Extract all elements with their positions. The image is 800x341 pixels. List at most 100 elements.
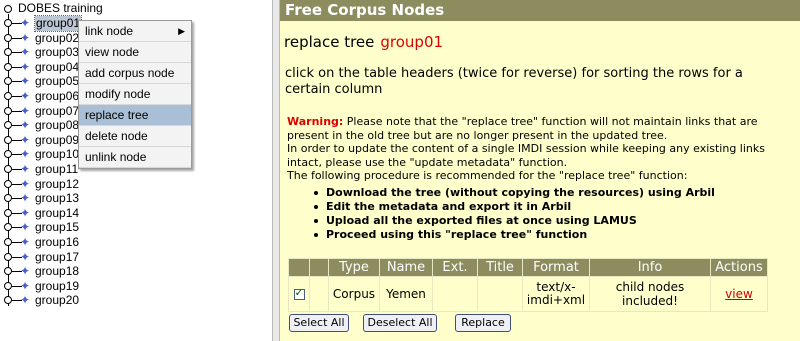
tree-node-label[interactable]: group09 bbox=[35, 133, 79, 148]
expand-toggle-icon[interactable] bbox=[4, 106, 12, 115]
corpus-node-icon: ✦ bbox=[20, 220, 31, 235]
tree-node-label[interactable]: group07 bbox=[35, 104, 79, 119]
expand-toggle-icon[interactable] bbox=[4, 281, 12, 290]
column-header-select[interactable] bbox=[309, 258, 329, 277]
expand-toggle-icon[interactable] bbox=[4, 19, 12, 27]
column-header-actions[interactable]: Actions bbox=[710, 258, 768, 277]
row-checkbox[interactable] bbox=[293, 286, 305, 300]
expand-toggle-icon[interactable] bbox=[4, 296, 12, 305]
corpus-node-icon: ✦ bbox=[20, 264, 31, 279]
expand-toggle-icon[interactable] bbox=[4, 62, 12, 71]
expand-toggle-icon[interactable] bbox=[4, 179, 12, 188]
corpus-node-icon: ✦ bbox=[20, 235, 31, 249]
expand-toggle-icon[interactable] bbox=[4, 238, 12, 246]
tree-node-label[interactable]: group08 bbox=[35, 118, 79, 133]
tree-root[interactable]: DOBES training bbox=[4, 0, 103, 16]
corpus-node-icon: ✦ bbox=[20, 118, 31, 133]
menu-item-replace-tree[interactable]: replace tree bbox=[79, 105, 191, 126]
column-header-ext[interactable]: Ext. bbox=[432, 258, 478, 277]
tree-node-label[interactable]: group17 bbox=[35, 250, 79, 265]
expand-toggle-icon[interactable] bbox=[4, 92, 12, 100]
corpus-node-icon: ✦ bbox=[20, 191, 31, 206]
view-link[interactable]: view bbox=[725, 287, 753, 301]
expand-toggle-icon[interactable] bbox=[4, 194, 12, 203]
expand-toggle-icon[interactable] bbox=[4, 150, 12, 159]
menu-item-label: link node bbox=[85, 24, 134, 38]
menu-item-view-node[interactable]: view node bbox=[79, 42, 191, 63]
cell-ext bbox=[432, 276, 478, 312]
expand-toggle-icon[interactable] bbox=[4, 267, 12, 276]
tree-node-label[interactable]: group20 bbox=[35, 293, 79, 308]
menu-item-label: add corpus node bbox=[85, 66, 175, 80]
expand-toggle-icon[interactable] bbox=[4, 223, 12, 232]
tree-node-label[interactable]: group14 bbox=[35, 206, 79, 221]
expand-toggle-icon[interactable] bbox=[4, 135, 12, 144]
procedure-list: Download the tree (without copying the r… bbox=[312, 186, 715, 242]
cell-format: text/x-imdi+xml bbox=[522, 276, 590, 312]
procedure-step: Edit the metadata and export it in Arbil bbox=[312, 200, 715, 214]
expand-toggle-icon[interactable] bbox=[4, 121, 12, 130]
select-all-button[interactable]: Select All bbox=[289, 314, 349, 332]
expand-toggle-icon[interactable] bbox=[4, 252, 12, 261]
tree-connector-line bbox=[8, 14, 9, 306]
tree-node-label[interactable]: group01 bbox=[33, 15, 83, 32]
main-panel: Free Corpus Nodes replace tree group01 cl… bbox=[280, 0, 800, 341]
corpus-node-icon: ✦ bbox=[20, 74, 31, 89]
corpus-node-icon: ✦ bbox=[20, 278, 31, 293]
expand-toggle-icon[interactable] bbox=[4, 208, 12, 217]
expand-toggle-icon[interactable] bbox=[4, 165, 12, 173]
column-header-info[interactable]: Info bbox=[589, 258, 711, 277]
row-blank-cell bbox=[309, 276, 329, 312]
tree-node-label[interactable]: group04 bbox=[35, 60, 79, 75]
replace-button[interactable]: Replace bbox=[455, 314, 511, 332]
page-title-group: group01 bbox=[380, 33, 444, 51]
corpus-node-icon: ✦ bbox=[20, 205, 31, 220]
expand-toggle-icon[interactable] bbox=[4, 33, 12, 42]
corpus-node-icon: ✦ bbox=[20, 147, 31, 162]
tree-node-label[interactable]: group16 bbox=[35, 235, 79, 250]
deselect-all-button[interactable]: Deselect All bbox=[363, 314, 437, 332]
tree-node-label[interactable]: group02 bbox=[35, 31, 79, 46]
menu-item-link-node[interactable]: link node ▶ bbox=[79, 21, 191, 42]
menu-item-label: delete node bbox=[85, 129, 148, 143]
tree-node-label[interactable]: group13 bbox=[35, 191, 79, 206]
panel-title: Free Corpus Nodes bbox=[285, 1, 445, 19]
collapse-icon[interactable] bbox=[4, 5, 12, 13]
sort-instruction: click on the table headers (twice for re… bbox=[285, 66, 743, 97]
tree-node-label[interactable]: group05 bbox=[35, 74, 79, 89]
panel-header: Free Corpus Nodes bbox=[280, 0, 800, 21]
warning-label: Warning: bbox=[287, 115, 344, 128]
column-header-type[interactable]: Type bbox=[328, 258, 380, 277]
tree-node-label[interactable]: group12 bbox=[35, 177, 79, 192]
tree-node-label[interactable]: group18 bbox=[35, 264, 79, 279]
tree-node-label[interactable]: group10 bbox=[35, 147, 79, 162]
split-pane-divider[interactable] bbox=[272, 0, 280, 341]
column-header-format[interactable]: Format bbox=[522, 258, 590, 277]
submenu-arrow-icon: ▶ bbox=[178, 26, 185, 36]
tree-node-label[interactable]: group19 bbox=[35, 279, 79, 294]
menu-item-unlink-node[interactable]: unlink node bbox=[79, 147, 191, 168]
menu-item-modify-node[interactable]: modify node bbox=[79, 84, 191, 105]
tree-node-label[interactable]: group11 bbox=[35, 162, 78, 177]
tree-node-label[interactable]: group06 bbox=[35, 89, 79, 104]
column-header-blank[interactable] bbox=[288, 258, 310, 277]
column-header-name[interactable]: Name bbox=[379, 258, 433, 277]
expand-toggle-icon[interactable] bbox=[4, 48, 12, 57]
tree-node-label[interactable]: group15 bbox=[35, 220, 79, 235]
menu-item-add-corpus-node[interactable]: add corpus node bbox=[79, 63, 191, 84]
corpus-node-icon: ✦ bbox=[20, 176, 31, 191]
context-menu: link node ▶ view node add corpus node modify… bbox=[78, 20, 192, 169]
tree-root-label: DOBES training bbox=[18, 1, 103, 15]
expand-toggle-icon[interactable] bbox=[4, 77, 12, 86]
tree-node-label[interactable]: group03 bbox=[35, 45, 79, 60]
page-title-action: replace tree bbox=[284, 33, 375, 51]
menu-item-delete-node[interactable]: delete node bbox=[79, 126, 191, 147]
table-row: Corpus Yemen text/x-imdi+xml child nodes… bbox=[288, 276, 768, 312]
warning-text: Please note that the "replace tree" func… bbox=[287, 115, 758, 142]
menu-item-label: unlink node bbox=[85, 150, 147, 164]
column-header-title[interactable]: Title bbox=[477, 258, 523, 277]
row-select-cell bbox=[288, 276, 310, 312]
warning-line-3: The following procedure is recommended f… bbox=[287, 169, 688, 182]
corpus-node-icon: ✦ bbox=[20, 293, 31, 308]
procedure-step: Upload all the exported files at once us… bbox=[312, 214, 715, 228]
